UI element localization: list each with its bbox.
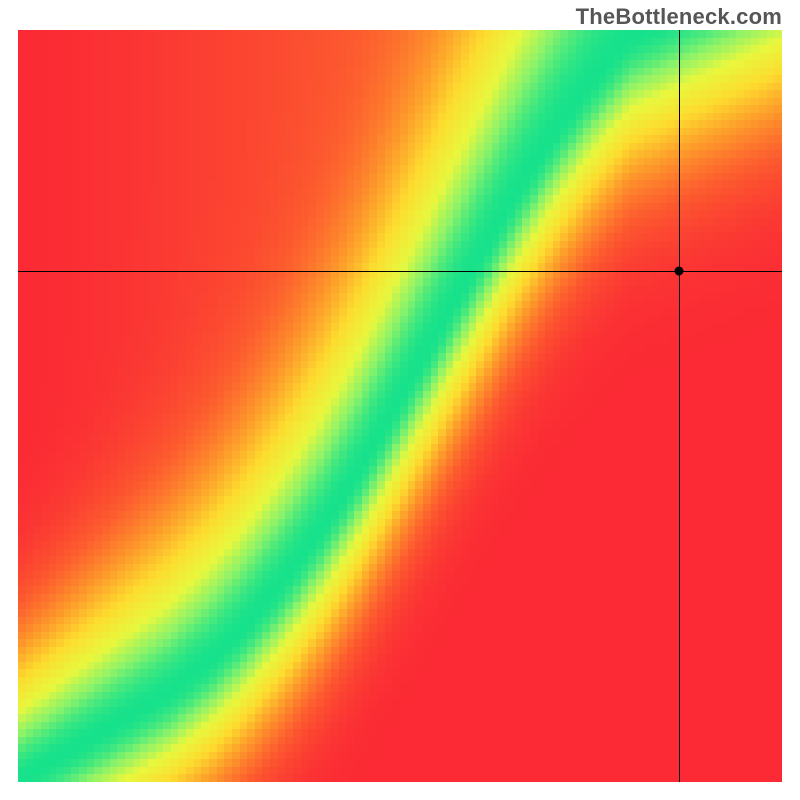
watermark-text: TheBottleneck.com xyxy=(576,4,782,30)
plot-area xyxy=(18,30,782,782)
heatmap-canvas xyxy=(18,30,782,782)
chart-container: TheBottleneck.com xyxy=(0,0,800,800)
